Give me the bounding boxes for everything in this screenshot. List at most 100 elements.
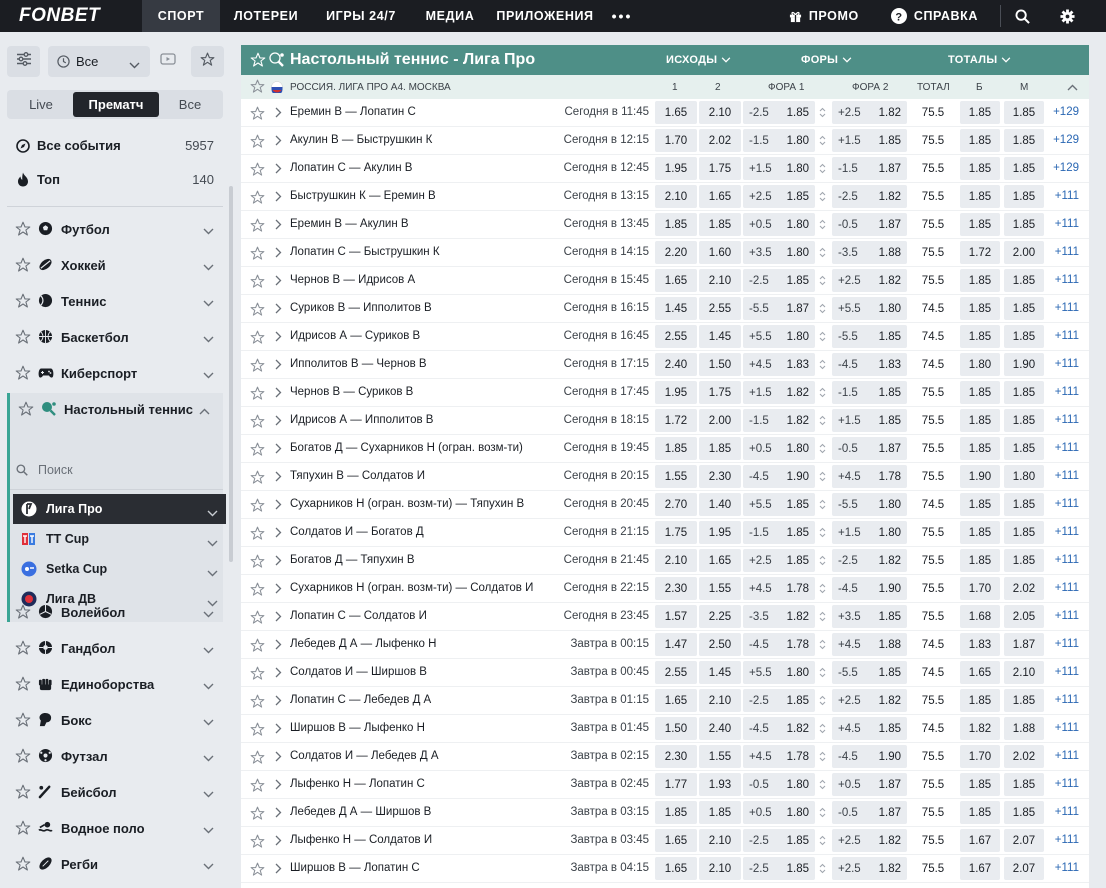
chevron-right-icon[interactable] <box>275 723 282 737</box>
chevron-right-icon[interactable] <box>275 443 282 457</box>
odds-win2[interactable]: 2.10 <box>699 857 741 880</box>
match-teams[interactable]: Лопатин С — Солдатов И <box>290 610 427 622</box>
odds-under[interactable]: 1.85 <box>1004 381 1044 404</box>
nav-apps[interactable]: ПРИЛОЖЕНИЯ <box>490 0 600 32</box>
odds-win1[interactable]: 1.65 <box>655 101 697 124</box>
odds-under[interactable]: 1.85 <box>1004 493 1044 516</box>
odds-over[interactable]: 1.85 <box>960 437 1000 460</box>
table-row[interactable]: Лопатин С — Акулин В Сегодня в 12:45 1.95 1… <box>241 155 1089 183</box>
odds-win1[interactable]: 1.57 <box>655 605 697 628</box>
sidebar-item-football[interactable]: Футбол <box>0 211 223 247</box>
match-teams[interactable]: Акулин В — Быструшкин К <box>290 134 432 146</box>
odds-over[interactable]: 1.85 <box>960 213 1000 236</box>
handicap2-cell[interactable]: -5.5 1.85 <box>832 661 907 684</box>
handicap1-cell[interactable]: -2.5 1.85 <box>743 269 815 292</box>
all-events-item[interactable]: Все события 5957 <box>0 128 223 162</box>
handicap1-cell[interactable]: -3.5 1.82 <box>743 605 815 628</box>
odds-win1[interactable]: 2.10 <box>655 185 697 208</box>
odds-under[interactable]: 1.85 <box>1004 437 1044 460</box>
table-row[interactable]: Лебедев Д А — Лыфенко Н Завтра в 00:15 1.4… <box>241 631 1089 659</box>
handicap1-cell[interactable]: +2.5 1.85 <box>743 549 815 572</box>
handicap1-cell[interactable]: -4.5 1.82 <box>743 717 815 740</box>
odds-under[interactable]: 2.02 <box>1004 745 1044 768</box>
odds-under[interactable]: 1.87 <box>1004 633 1044 656</box>
odds-win1[interactable]: 1.85 <box>655 437 697 460</box>
more-markets-link[interactable]: +111 <box>1055 834 1079 846</box>
handicap1-cell[interactable]: +0.5 1.80 <box>743 801 815 824</box>
star-icon[interactable] <box>15 293 31 312</box>
table-row[interactable]: Суриков В — Ипполитов В Сегодня в 16:15 1.… <box>241 295 1089 323</box>
tab-all[interactable]: Все <box>159 92 221 117</box>
odds-over[interactable]: 1.85 <box>960 269 1000 292</box>
table-row[interactable]: Богатов Д — Тяпухин В Сегодня в 21:45 2.10… <box>241 547 1089 575</box>
odds-over[interactable]: 1.85 <box>960 801 1000 824</box>
chevron-right-icon[interactable] <box>275 471 282 485</box>
odds-win1[interactable]: 1.77 <box>655 773 697 796</box>
odds-over[interactable]: 1.70 <box>960 577 1000 600</box>
odds-win1[interactable]: 1.95 <box>655 381 697 404</box>
star-icon[interactable] <box>15 784 31 803</box>
table-row[interactable]: Солдатов И — Ширшов В Завтра в 00:45 2.55 1… <box>241 659 1089 687</box>
handicap2-cell[interactable]: +4.5 1.78 <box>832 465 907 488</box>
table-row[interactable]: Идрисов А — Ипполитов В Сегодня в 18:15 1.… <box>241 407 1089 435</box>
more-markets-link[interactable]: +111 <box>1055 666 1079 678</box>
odds-under[interactable]: 1.90 <box>1004 353 1044 376</box>
sidebar-item-martial-arts[interactable]: Единоборства <box>0 666 223 702</box>
match-teams[interactable]: Ипполитов В — Чернов В <box>290 358 427 370</box>
odds-win1[interactable]: 1.75 <box>655 521 697 544</box>
odds-over[interactable]: 1.67 <box>960 829 1000 852</box>
star-icon[interactable] <box>250 218 265 236</box>
star-icon[interactable] <box>15 712 31 731</box>
odds-under[interactable]: 1.85 <box>1004 297 1044 320</box>
odds-under[interactable]: 1.85 <box>1004 325 1044 348</box>
odds-over[interactable]: 1.85 <box>960 521 1000 544</box>
star-icon[interactable] <box>15 329 31 348</box>
odds-under[interactable]: 2.10 <box>1004 661 1044 684</box>
odds-win1[interactable]: 1.55 <box>655 465 697 488</box>
table-row[interactable]: Лыфенко Н — Солдатов И Завтра в 03:45 1.65… <box>241 827 1089 855</box>
odds-under[interactable]: 1.85 <box>1004 409 1044 432</box>
handicap1-cell[interactable]: -2.5 1.85 <box>743 101 815 124</box>
col-group-handicaps[interactable]: ФОРЫ <box>801 54 852 66</box>
handicap2-cell[interactable]: +4.5 1.85 <box>832 717 907 740</box>
odds-win2[interactable]: 2.00 <box>699 409 741 432</box>
sidebar-scrollbar[interactable] <box>229 186 233 562</box>
star-icon[interactable] <box>250 414 265 432</box>
more-markets-link[interactable]: +111 <box>1055 386 1079 398</box>
odds-under[interactable]: 1.80 <box>1004 465 1044 488</box>
chevron-right-icon[interactable] <box>275 863 282 877</box>
star-icon[interactable] <box>250 246 265 264</box>
handicap1-cell[interactable]: -4.5 1.90 <box>743 465 815 488</box>
handicap2-cell[interactable]: +2.5 1.82 <box>832 269 907 292</box>
match-teams[interactable]: Суриков В — Ипполитов В <box>290 302 432 314</box>
handicap2-cell[interactable]: -5.5 1.85 <box>832 325 907 348</box>
handicap2-cell[interactable]: -3.5 1.88 <box>832 241 907 264</box>
odds-under[interactable]: 2.00 <box>1004 241 1044 264</box>
handicap2-cell[interactable]: +2.5 1.82 <box>832 689 907 712</box>
star-icon[interactable] <box>250 666 265 684</box>
odds-win2[interactable]: 2.50 <box>699 633 741 656</box>
more-markets-link[interactable]: +111 <box>1055 582 1079 594</box>
star-icon[interactable] <box>250 722 265 740</box>
star-icon[interactable] <box>250 52 266 73</box>
chevron-right-icon[interactable] <box>275 527 282 541</box>
table-row[interactable]: Ипполитов В — Чернов В Сегодня в 17:15 2.4… <box>241 351 1089 379</box>
table-row[interactable]: Богатов Д — Сухарников Н (огран. возм-ти… <box>241 435 1089 463</box>
star-icon[interactable] <box>250 526 265 544</box>
more-markets-link[interactable]: +111 <box>1055 470 1079 482</box>
table-row[interactable]: Лопатин С — Быструшкин К Сегодня в 14:15 2… <box>241 239 1089 267</box>
star-icon[interactable] <box>250 554 265 572</box>
odds-over[interactable]: 1.85 <box>960 185 1000 208</box>
odds-under[interactable]: 2.02 <box>1004 577 1044 600</box>
sidebar-item-hockey[interactable]: Хоккей <box>0 247 223 283</box>
odds-under[interactable]: 2.05 <box>1004 605 1044 628</box>
odds-over[interactable]: 1.85 <box>960 549 1000 572</box>
sidebar-item-tennis[interactable]: Теннис <box>0 283 223 319</box>
star-icon[interactable] <box>250 274 265 292</box>
odds-under[interactable]: 2.07 <box>1004 857 1044 880</box>
handicap2-cell[interactable]: +0.5 1.87 <box>832 773 907 796</box>
match-teams[interactable]: Лопатин С — Акулин В <box>290 162 412 174</box>
odds-win2[interactable]: 2.10 <box>699 829 741 852</box>
star-icon[interactable] <box>250 610 265 628</box>
star-icon[interactable] <box>250 190 265 208</box>
